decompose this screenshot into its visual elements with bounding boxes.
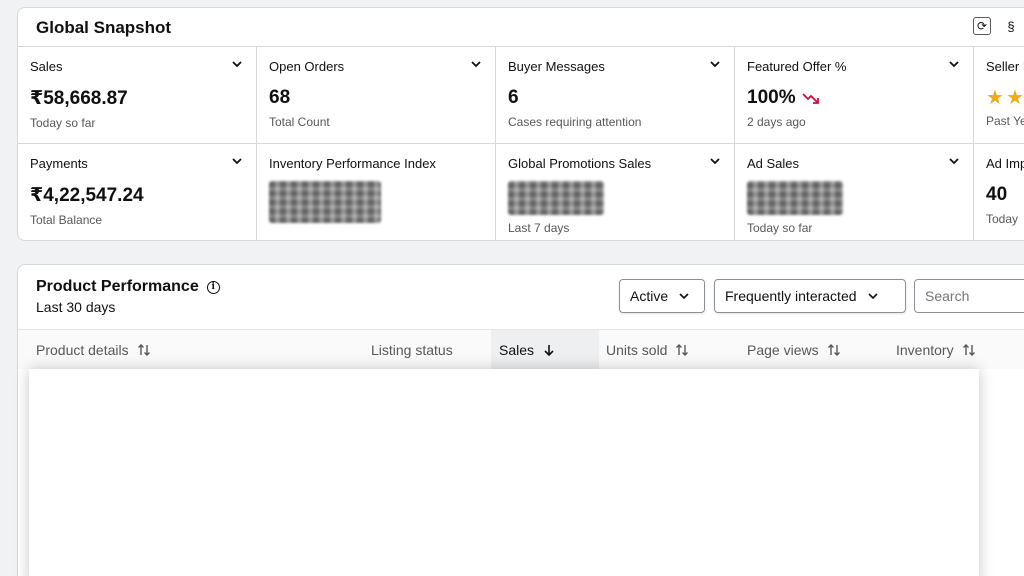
tile-label: Ad Imp (986, 156, 1024, 171)
column-sales[interactable]: Sales (491, 330, 599, 370)
tile-label: Sales (30, 59, 63, 74)
chevron-down-icon[interactable] (708, 57, 722, 71)
trend-down-icon (801, 93, 819, 104)
snapshot-tiles: Sales ₹58,668.87 Today so far Open Order… (18, 47, 1024, 240)
tile-label: Inventory Performance Index (269, 156, 436, 171)
tile-label: Seller F (986, 59, 1024, 74)
seller-dashboard: Global Snapshot ⟳ § Sales ₹58,668.87 Tod… (0, 0, 1024, 576)
tile-value: ₹4,22,547.24 (30, 185, 144, 206)
tile-buyer-messages[interactable]: Buyer Messages 6 Cases requiring attenti… (496, 47, 735, 144)
tile-label: Open Orders (269, 59, 345, 74)
tile-value: 100% (747, 87, 796, 108)
chevron-down-icon[interactable] (708, 154, 722, 168)
sort-icon (962, 344, 975, 356)
status-dropdown[interactable]: Active (619, 279, 705, 313)
table-header: Product details Listing status Sales Uni… (18, 329, 1024, 370)
tile-seller-feedback[interactable]: Seller F ★ ★ Past Ye (974, 47, 1024, 144)
refresh-icon[interactable]: ⟳ (973, 17, 991, 35)
performance-subtitle: Last 30 days (36, 299, 116, 315)
tile-label: Global Promotions Sales (508, 156, 652, 171)
chevron-down-icon (679, 293, 689, 300)
redacted-value (508, 181, 604, 215)
chevron-down-icon (867, 293, 878, 300)
column-inventory[interactable]: Inventory (896, 330, 976, 370)
tile-sales[interactable]: Sales ₹58,668.87 Today so far (18, 47, 257, 144)
column-label: Sales (499, 342, 535, 358)
sort-dropdown-value: Frequently interacted (725, 288, 857, 304)
tile-value: 6 (508, 87, 519, 108)
rating-stars: ★ ★ (986, 88, 1024, 108)
redacted-value (269, 181, 381, 223)
sort-dropdown[interactable]: Frequently interacted (714, 279, 906, 313)
tile-sub: Total Count (269, 115, 330, 129)
global-snapshot-card: Global Snapshot ⟳ § Sales ₹58,668.87 Tod… (17, 7, 1024, 241)
tile-sub: Last 7 days (508, 221, 570, 235)
column-label: Units sold (606, 342, 668, 358)
tile-label: Featured Offer % (747, 59, 847, 74)
tile-ad-sales[interactable]: Ad Sales Today so far (735, 144, 974, 240)
column-product-details[interactable]: Product details (36, 330, 151, 370)
tile-ad-impressions[interactable]: Ad Imp 40 Today (974, 144, 1024, 240)
tile-sub: Cases requiring attention (508, 115, 642, 129)
column-label: Inventory (896, 342, 954, 358)
column-listing-status: Listing status (371, 330, 453, 370)
column-label: Listing status (371, 342, 453, 358)
snapshot-header: Global Snapshot ⟳ § (18, 8, 1024, 47)
chevron-down-icon[interactable] (230, 154, 244, 168)
tile-sub: 2 days ago (747, 115, 806, 129)
tile-sub: Today (986, 212, 1019, 226)
performance-title: Product Performance (36, 278, 199, 295)
tile-value: 68 (269, 87, 291, 108)
tile-sub: Past Ye (986, 114, 1024, 128)
tile-value-row: 100% (747, 87, 961, 109)
search-input[interactable] (914, 279, 1024, 313)
arrow-down-icon (544, 345, 554, 357)
tile-sub: Today so far (747, 221, 813, 235)
info-icon[interactable]: i (206, 280, 220, 294)
tile-featured-offer[interactable]: Featured Offer % 100% 2 days ago (735, 47, 974, 144)
column-label: Product details (36, 342, 129, 358)
tile-label: Payments (30, 156, 88, 171)
status-dropdown-value: Active (630, 288, 669, 304)
chevron-down-icon[interactable] (947, 57, 961, 71)
tile-open-orders[interactable]: Open Orders 68 Total Count (257, 47, 496, 144)
sort-icon (676, 344, 689, 356)
star-icon: ★ (986, 87, 1004, 109)
overlay-panel (29, 369, 979, 576)
tile-label: Buyer Messages (508, 59, 605, 74)
performance-title-row: Product Performance i (36, 278, 220, 296)
tile-payments[interactable]: Payments ₹4,22,547.24 Total Balance (18, 144, 257, 240)
tile-value: ₹58,668.87 (30, 88, 128, 109)
column-page-views[interactable]: Page views (747, 330, 841, 370)
tile-value: 40 (986, 184, 1008, 205)
sort-icon (137, 344, 150, 356)
tile-sub: Today so far (30, 116, 96, 130)
tile-inventory-performance[interactable]: Inventory Performance Index (257, 144, 496, 240)
column-label: Page views (747, 342, 819, 358)
chevron-down-icon[interactable] (947, 154, 961, 168)
redacted-value (747, 181, 843, 215)
tile-sub: Total Balance (30, 213, 103, 227)
settings-icon[interactable]: § (1002, 17, 1020, 35)
sort-icon (827, 344, 840, 356)
tile-label: Ad Sales (747, 156, 800, 171)
snapshot-title: Global Snapshot (36, 18, 172, 37)
chevron-down-icon[interactable] (469, 57, 483, 71)
star-icon: ★ (1005, 87, 1024, 109)
chevron-down-icon[interactable] (230, 57, 244, 71)
column-units-sold[interactable]: Units sold (606, 330, 689, 370)
tile-global-promotions[interactable]: Global Promotions Sales Last 7 days (496, 144, 735, 240)
